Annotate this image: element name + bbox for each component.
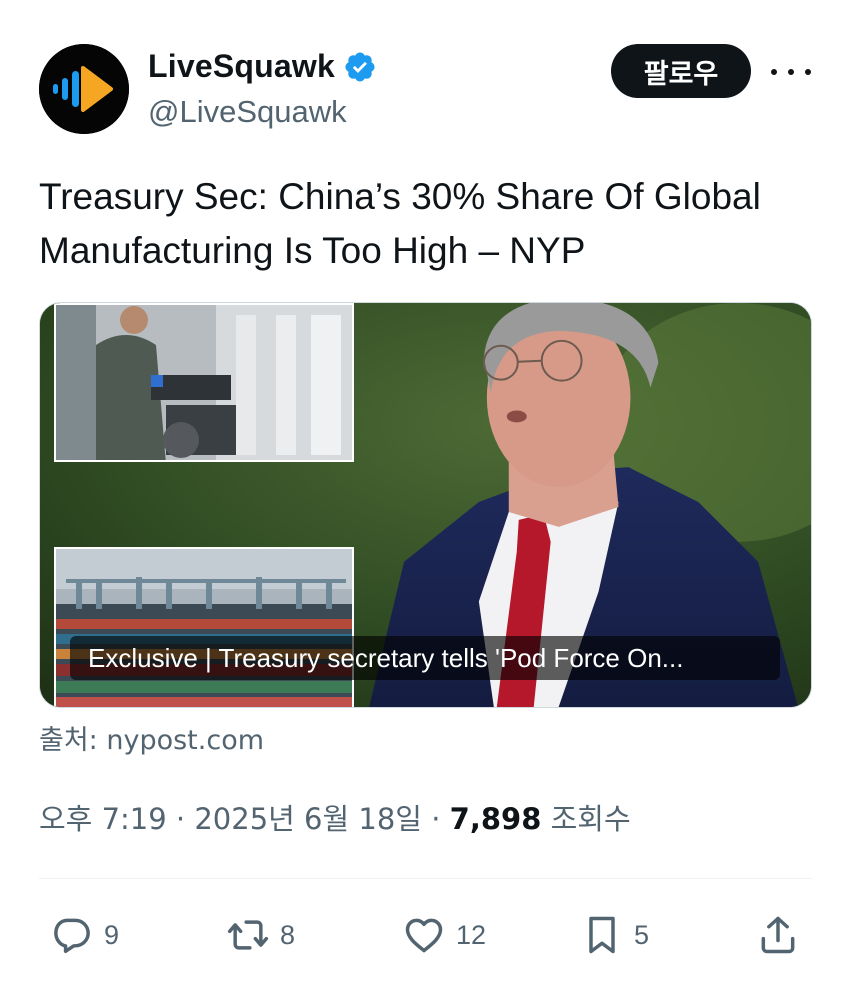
heart-icon [405,918,443,953]
author-name-text[interactable]: LiveSquawk [148,48,335,85]
factory-worker-image [56,305,352,460]
card-caption[interactable]: Exclusive | Treasury secretary tells 'Po… [70,636,780,680]
reply-button[interactable]: 9 [50,913,119,957]
author-handle[interactable]: @LiveSquawk [148,94,347,130]
retweet-icon [227,920,269,950]
retweet-count: 8 [280,919,296,950]
view-count-label: 조회수 [541,802,631,836]
follow-button[interactable]: 팔로우 [611,44,751,98]
author-name[interactable]: LiveSquawk [148,48,377,85]
more-options-icon[interactable] [771,60,811,84]
tweet-text: Treasury Sec: China’s 30% Share Of Globa… [39,170,819,278]
bookmark-icon [589,916,615,954]
action-bar: 9 8 12 5 [0,905,850,965]
reply-count: 9 [104,919,120,950]
meta-separator: · [166,802,195,836]
divider [39,878,812,879]
source-link[interactable]: 출처: nypost.com [39,718,264,757]
container-port-image [56,549,352,707]
share-button[interactable] [756,913,800,957]
view-count: 7,898 [449,802,542,836]
like-count: 12 [456,919,487,950]
meta-separator: · [422,802,450,836]
author-avatar[interactable] [39,44,129,134]
like-button[interactable]: 12 [402,913,486,957]
verified-badge-icon [345,51,375,82]
link-card[interactable]: Exclusive | Treasury secretary tells 'Po… [39,302,812,708]
port-inset-image [54,547,354,707]
reply-icon [54,918,90,954]
share-icon [761,916,795,954]
bookmark-count: 5 [634,919,650,950]
retweet-button[interactable]: 8 [226,913,295,957]
tweet-date[interactable]: 2025년 6월 18일 [194,802,422,836]
tweet-header: LiveSquawk @LiveSquawk 팔로우 [0,0,850,150]
livesquawk-logo-icon [39,44,129,134]
tweet-time[interactable]: 오후 7:19 [39,802,167,836]
bookmark-button[interactable]: 5 [580,913,649,957]
tweet-text-line-1: Treasury Sec: China’s 30% Share Of Globa… [39,176,761,217]
tweet-meta: 오후 7:19 · 2025년 6월 18일 · 7,898 조회수 [39,796,631,838]
factory-inset-image [54,303,354,462]
tweet-text-line-2: Manufacturing Is Too High – NYP [39,230,586,271]
